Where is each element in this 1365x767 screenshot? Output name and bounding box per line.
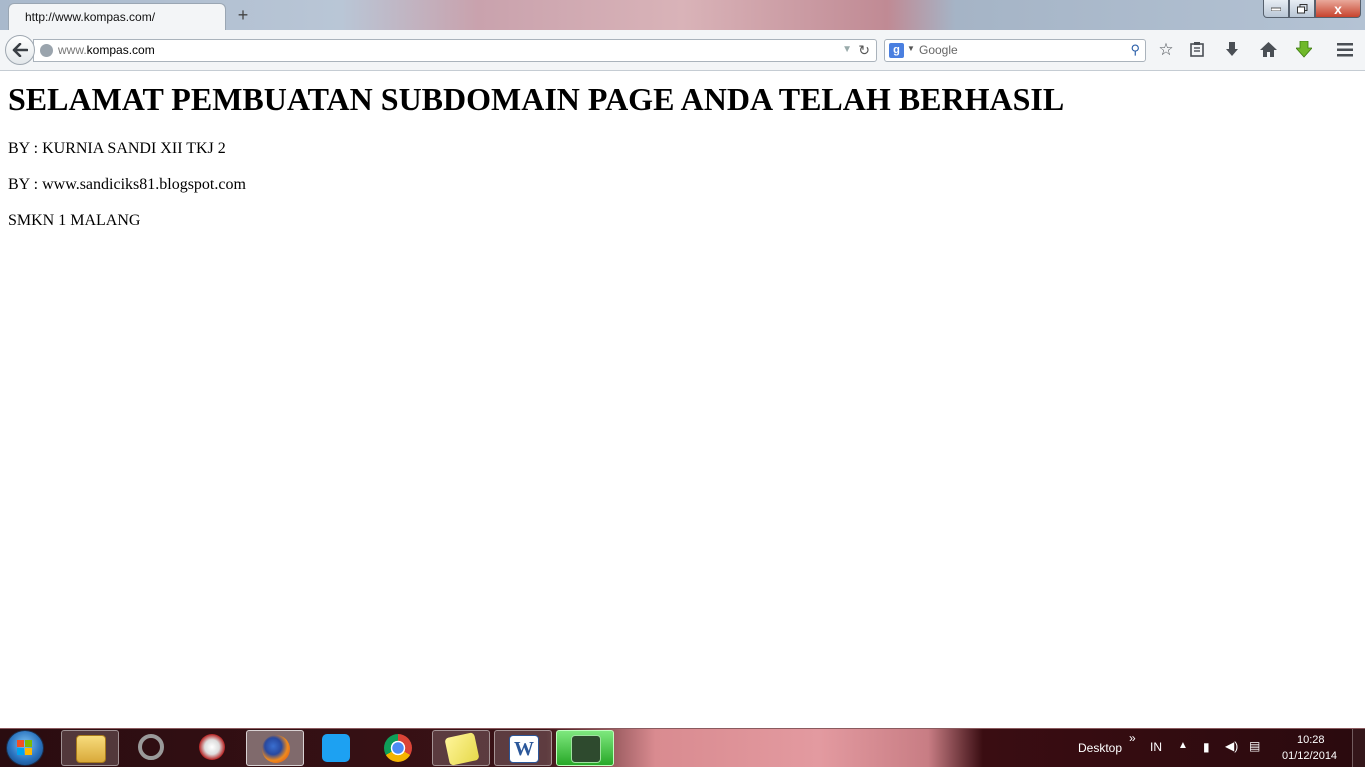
browser-tab[interactable]: http://www.kompas.com/ [8, 3, 226, 30]
page-heading: SELAMAT PEMBUATAN SUBDOMAIN PAGE ANDA TE… [8, 81, 1065, 117]
taskbar-chrome[interactable] [369, 730, 427, 766]
search-placeholder: Google [919, 43, 958, 57]
history-dropdown-icon[interactable]: ▼ [842, 44, 852, 55]
bookmark-star-icon[interactable]: ☆ [1154, 39, 1178, 61]
sticky-notes-icon [444, 732, 480, 766]
folder-icon [76, 735, 106, 763]
taskbar-word[interactable]: W [494, 730, 552, 766]
chrome-icon [384, 734, 412, 762]
taskbar-camtasia[interactable] [556, 730, 614, 766]
restore-icon [1296, 3, 1307, 13]
school-line: SMKN 1 MALANG [8, 212, 141, 229]
show-hidden-icons-icon[interactable]: ▲ [1178, 740, 1188, 751]
back-button[interactable] [5, 35, 35, 65]
taskbar-twitter[interactable] [307, 730, 365, 766]
search-icon[interactable]: ⚲ [1130, 42, 1140, 58]
search-engine-dropdown-icon[interactable]: ▼ [907, 44, 915, 53]
google-search-engine-icon[interactable]: g [889, 43, 904, 58]
battery-icon[interactable]: ▮ [1203, 740, 1210, 754]
close-button[interactable]: x [1315, 0, 1361, 18]
web-page-content: SELAMAT PEMBUATAN SUBDOMAIN PAGE ANDA TE… [0, 71, 1365, 728]
idm-icon [199, 734, 225, 760]
address-bar[interactable]: www.kompas.com ▼ ↻ [33, 39, 877, 62]
windows-taskbar: W Desktop » IN ▲ ▮ ◀) ▤ 10:28 01/12/2014 [0, 728, 1365, 767]
url-prefix: www. [58, 43, 87, 57]
menu-icon[interactable] [1333, 39, 1357, 61]
search-bar[interactable]: g ▼ Google ⚲ [884, 39, 1146, 62]
twitter-icon [322, 734, 350, 762]
ccleaner-icon [138, 734, 164, 760]
downloads-icon[interactable] [1220, 39, 1244, 61]
download-helper-icon[interactable] [1292, 39, 1316, 61]
blog-line: BY : www.sandiciks81.blogspot.com [8, 176, 246, 193]
navigation-toolbar: www.kompas.com ▼ ↻ g ▼ Google ⚲ ☆ [0, 30, 1365, 71]
window-controls: x [1263, 0, 1361, 20]
taskbar-download-manager[interactable] [183, 730, 241, 766]
firefox-icon [262, 735, 290, 763]
volume-icon[interactable]: ◀) [1225, 739, 1238, 753]
word-icon: W [509, 735, 539, 763]
bookmarks-menu-icon[interactable] [1185, 39, 1209, 61]
title-bar: http://www.kompas.com/ + x [0, 0, 1365, 30]
network-icon[interactable]: ▤ [1249, 739, 1260, 753]
show-desktop-button[interactable] [1352, 729, 1365, 767]
toolbar-overflow-icon[interactable]: » [1129, 731, 1136, 745]
clock-time[interactable]: 10:28 [1297, 734, 1325, 746]
clock-date[interactable]: 01/12/2014 [1282, 750, 1337, 762]
taskbar-firefox[interactable] [246, 730, 304, 766]
desktop-toolbar-label[interactable]: Desktop [1078, 741, 1122, 755]
taskbar-sticky-notes[interactable] [432, 730, 490, 766]
author-line: BY : KURNIA SANDI XII TKJ 2 [8, 140, 226, 157]
url-text[interactable]: www.kompas.com [58, 43, 155, 57]
language-indicator[interactable]: IN [1150, 740, 1162, 754]
back-arrow-icon [12, 43, 28, 57]
site-identity-icon[interactable] [40, 44, 53, 57]
home-icon[interactable] [1256, 39, 1280, 61]
new-tab-button[interactable]: + [234, 5, 252, 25]
windows-logo-icon [17, 740, 33, 756]
close-icon: x [1334, 0, 1342, 17]
restore-button[interactable] [1289, 0, 1315, 18]
url-domain: kompas.com [86, 43, 155, 57]
recorder-icon [571, 735, 601, 763]
start-button[interactable] [6, 730, 44, 766]
reload-icon[interactable]: ↻ [858, 42, 870, 59]
minimize-icon [1271, 7, 1281, 11]
taskbar-explorer[interactable] [61, 730, 119, 766]
minimize-button[interactable] [1263, 0, 1289, 18]
tab-title: http://www.kompas.com/ [25, 10, 156, 24]
taskbar-ccleaner[interactable] [122, 730, 180, 766]
